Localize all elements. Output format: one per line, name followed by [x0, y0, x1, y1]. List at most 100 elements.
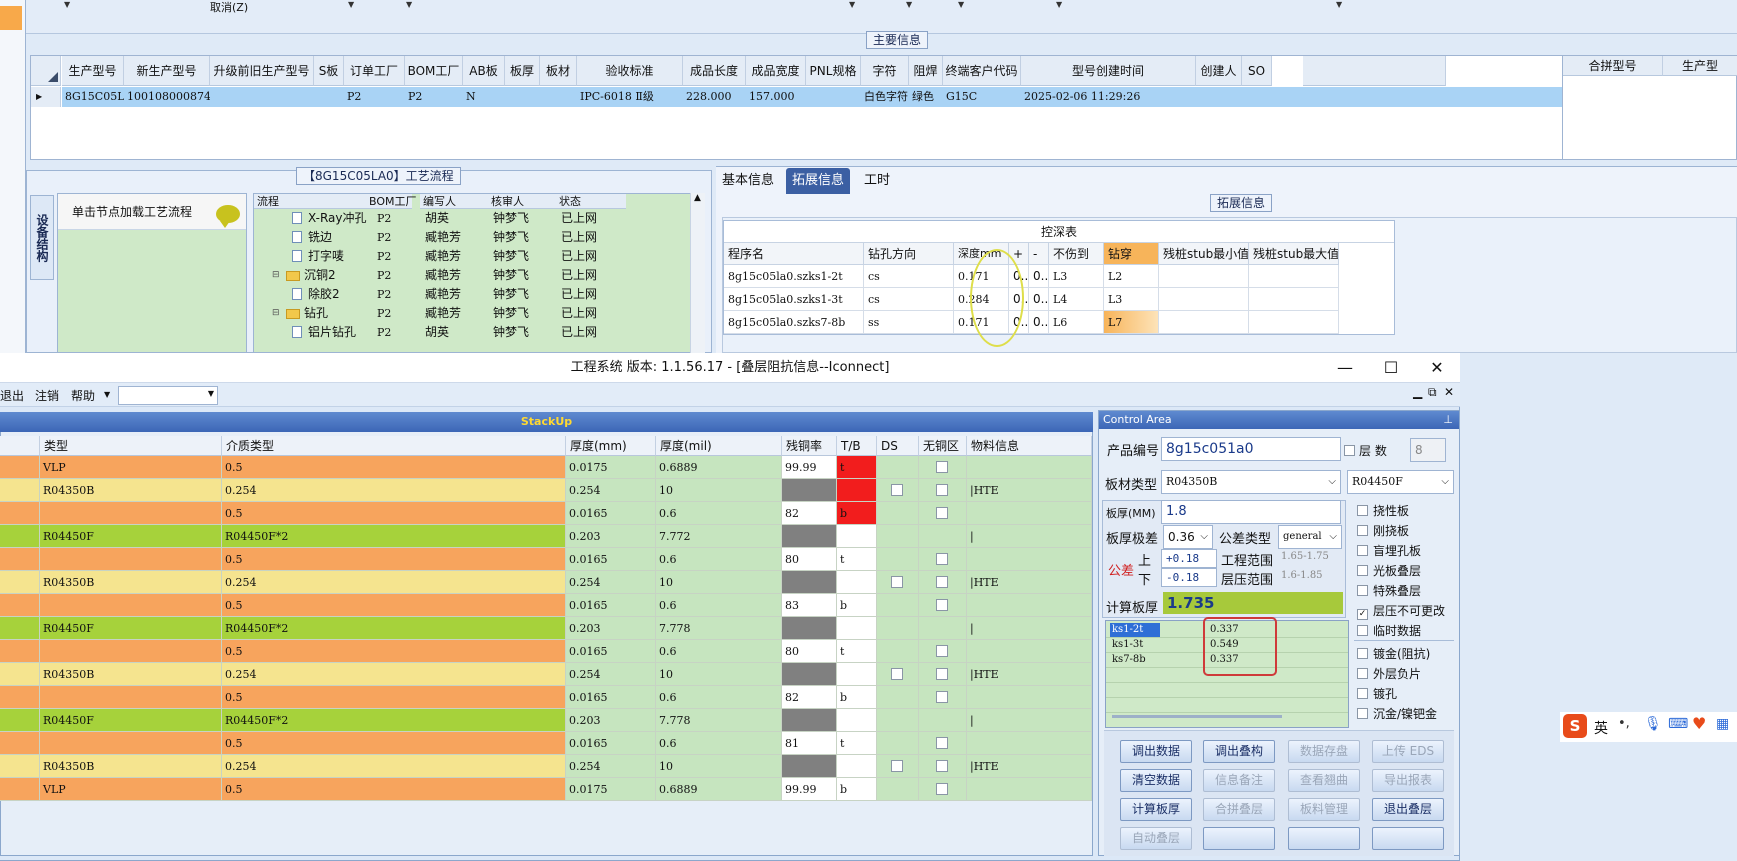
chevron-down-icon[interactable]: ⌵ [1441, 471, 1449, 493]
main-grid-header[interactable]: 验收标准 [577, 56, 683, 86]
stack-row-indicator[interactable] [0, 686, 40, 709]
menu-exit[interactable]: 退出 [0, 387, 24, 404]
stack-cell-mm[interactable]: 0.0175 [566, 778, 656, 801]
option-checkbox[interactable]: 临时数据 [1357, 622, 1421, 639]
depth-table-cell[interactable]: 8g15c05la0.szks1-3t [724, 288, 864, 311]
stack-cell-ds[interactable] [877, 640, 919, 663]
stack-cell-copper[interactable]: 80 [782, 548, 837, 571]
checkbox-icon[interactable] [936, 599, 948, 611]
stack-cell-kind[interactable]: R04350B [40, 755, 222, 778]
stack-cell-type[interactable]: 0.5 [222, 686, 566, 709]
option-checkbox[interactable]: 盲埋孔板 [1357, 542, 1421, 559]
stack-cell-mil[interactable]: 0.6889 [656, 778, 782, 801]
stack-cell-copper[interactable] [782, 709, 837, 732]
stack-cell-copper[interactable]: 99.99 [782, 778, 837, 801]
control-button[interactable] [1372, 827, 1444, 850]
stack-cell-ds[interactable] [877, 732, 919, 755]
thickness-input[interactable]: 1.8 [1161, 500, 1341, 524]
option-checkbox[interactable]: 镀金(阻抗) [1357, 645, 1430, 662]
stack-cell-copper[interactable] [782, 755, 837, 778]
stack-cell-tb[interactable] [837, 525, 877, 548]
main-grid-cell[interactable]: G15C [943, 87, 1021, 107]
ime-mic-icon[interactable]: 🎙 [1644, 716, 1662, 732]
stack-row-indicator[interactable] [0, 456, 40, 479]
main-grid-header[interactable]: PNL规格 [806, 56, 861, 86]
tree-row[interactable]: 铝片钻孔 P2 胡英 钟梦飞 已上网 [254, 323, 694, 342]
depth-table-cell[interactable]: 0.. [1029, 288, 1049, 311]
stack-cell-ds[interactable] [877, 525, 919, 548]
stack-cell-type[interactable]: 0.5 [222, 732, 566, 755]
stack-cell-kind[interactable]: R04350B [40, 479, 222, 502]
board-type-select-1[interactable]: R04350B ⌵ [1161, 470, 1341, 494]
chevron-down-icon[interactable]: ▼ [104, 390, 110, 399]
stack-cell-info[interactable]: | [967, 525, 1092, 548]
tree-row[interactable]: 铣边 P2 臧艳芳 钟梦飞 已上网 [254, 228, 694, 247]
tree-header[interactable]: 核审人 [488, 194, 556, 209]
option-checkbox[interactable]: 刚挠板 [1357, 522, 1409, 539]
side-tab-equipment[interactable]: 设备结构 [30, 195, 54, 280]
tab-basic-info[interactable]: 基本信息 [716, 168, 780, 194]
stack-header[interactable]: DS [877, 436, 919, 456]
product-code-input[interactable]: 8g15c051a0 [1161, 437, 1341, 461]
mdi-close-icon[interactable]: ✕ [1444, 385, 1454, 399]
option-checkbox[interactable]: 挠性板 [1357, 502, 1409, 519]
stack-cell-mil[interactable]: 0.6 [656, 502, 782, 525]
cancel-label[interactable]: 取消(Z) [210, 0, 248, 15]
stack-cell-kind[interactable] [40, 686, 222, 709]
stack-cell-ds[interactable] [877, 479, 919, 502]
depth-table-cell[interactable]: L3 [1049, 265, 1104, 288]
checkbox-icon[interactable] [936, 645, 948, 657]
stack-cell-copper[interactable]: 83 [782, 594, 837, 617]
stack-cell-mm[interactable]: 0.0175 [566, 456, 656, 479]
stack-cell-type[interactable]: R04450F*2 [222, 709, 566, 732]
main-grid-header[interactable]: 阻焊 [909, 56, 943, 86]
control-button[interactable]: 数据存盘 [1288, 740, 1360, 763]
stack-cell-mm[interactable]: 0.0165 [566, 594, 656, 617]
control-button[interactable]: 自动叠层 [1120, 827, 1192, 850]
stack-cell-copper[interactable] [782, 525, 837, 548]
checkbox-icon[interactable] [936, 461, 948, 473]
control-button[interactable]: 退出叠层 [1372, 798, 1444, 821]
stack-row-indicator[interactable] [0, 732, 40, 755]
stack-cell-copper[interactable]: 82 [782, 502, 837, 525]
stack-cell-kind[interactable]: VLP [40, 778, 222, 801]
control-button[interactable]: 信息备注 [1203, 769, 1275, 792]
stack-cell-nocopper[interactable] [919, 778, 967, 801]
depth-table-cell[interactable]: 0.. [1029, 265, 1049, 288]
stack-cell-mm[interactable]: 0.254 [566, 755, 656, 778]
depth-table-cell[interactable] [1159, 265, 1249, 288]
control-button[interactable]: 清空数据 [1120, 769, 1192, 792]
control-button[interactable]: 上传 EDS [1372, 740, 1444, 763]
stack-header[interactable]: 介质类型 [222, 436, 566, 456]
checkbox-icon[interactable] [936, 668, 948, 680]
chevron-down-icon[interactable]: ▼ [348, 0, 354, 9]
minimize-icon[interactable]: — [1330, 353, 1360, 383]
main-grid-header[interactable]: S板 [314, 56, 344, 86]
mini-grid-scrollbar[interactable] [1112, 715, 1282, 718]
layers-input[interactable]: 8 [1410, 438, 1446, 462]
maximize-icon[interactable]: ☐ [1376, 353, 1406, 383]
stack-cell-type[interactable]: 0.254 [222, 571, 566, 594]
stack-cell-tb[interactable] [837, 709, 877, 732]
control-button[interactable]: 调出数据 [1120, 740, 1192, 763]
stack-cell-kind[interactable]: R04350B [40, 663, 222, 686]
stack-cell-info[interactable] [967, 778, 1092, 801]
chevron-down-icon[interactable]: ▼ [1336, 0, 1342, 9]
menu-combo[interactable]: ▼ [118, 386, 218, 405]
stack-row-indicator[interactable] [0, 663, 40, 686]
stack-cell-info[interactable] [967, 502, 1092, 525]
main-grid-cell[interactable]: P2 [405, 87, 463, 107]
chevron-down-icon[interactable]: ▼ [64, 0, 70, 9]
pin-icon[interactable]: ⊥ [1443, 411, 1453, 429]
checkbox-icon[interactable] [936, 737, 948, 749]
checkbox-icon[interactable] [1357, 625, 1368, 636]
stack-cell-mm[interactable]: 0.0165 [566, 548, 656, 571]
depth-table-cell[interactable]: cs [864, 288, 954, 311]
stack-header[interactable]: 厚度(mil) [656, 436, 782, 456]
chevron-down-icon[interactable]: ▼ [208, 389, 214, 398]
stack-cell-info[interactable] [967, 548, 1092, 571]
stack-cell-copper[interactable]: 99.99 [782, 456, 837, 479]
stack-row-indicator[interactable] [0, 525, 40, 548]
checkbox-icon[interactable]: ✓ [1357, 609, 1368, 620]
scroll-up-icon[interactable]: ▲ [694, 193, 701, 203]
